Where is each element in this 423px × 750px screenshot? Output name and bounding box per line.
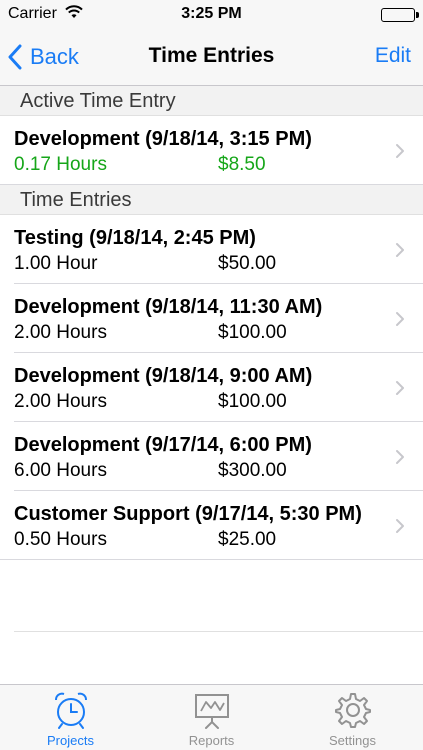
battery-icon [381,8,419,22]
status-time: 3:25 PM [181,5,242,22]
active-time-entry-row[interactable]: Development (9/18/14, 3:15 PM) 0.17 Hour… [0,116,423,185]
time-entry-row[interactable]: Development (9/18/14, 11:30 AM) 2.00 Hou… [0,284,423,353]
time-entries-list: Active Time Entry Development (9/18/14, … [0,86,423,560]
section-header-entries: Time Entries [0,185,423,215]
chevron-right-icon [396,450,404,464]
entry-title: Development (9/18/14, 9:00 AM) [14,365,313,387]
time-entry-row[interactable]: Customer Support (9/17/14, 5:30 PM) 0.50… [0,491,423,560]
tab-bar: Projects Reports Settings [0,684,423,750]
presentation-chart-icon [193,691,231,734]
entry-hours: 0.17 Hours [14,154,107,175]
back-button[interactable]: Back [8,40,79,74]
chevron-right-icon [396,312,404,326]
navigation-bar: Back Time Entries Edit [0,28,423,86]
chevron-left-icon [8,44,22,70]
entry-hours: 6.00 Hours [14,460,107,481]
chevron-right-icon [396,519,404,533]
entry-hours: 2.00 Hours [14,391,107,412]
chevron-right-icon [396,144,404,158]
entry-amount: $50.00 [218,253,277,274]
entry-amount: $100.00 [218,391,287,412]
time-entry-row[interactable]: Development (9/18/14, 9:00 AM) 2.00 Hour… [0,353,423,422]
tab-settings[interactable]: Settings [282,685,423,750]
tab-settings-label: Settings [329,733,376,748]
tab-projects-label: Projects [47,733,94,748]
entry-title: Testing (9/18/14, 2:45 PM) [14,227,256,249]
entry-title: Customer Support (9/17/14, 5:30 PM) [14,503,362,525]
tab-projects[interactable]: Projects [0,685,141,750]
time-entry-row[interactable]: Development (9/17/14, 6:00 PM) 6.00 Hour… [0,422,423,491]
back-button-label: Back [30,44,79,69]
entry-amount: $100.00 [218,322,287,343]
edit-button[interactable]: Edit [375,44,411,68]
chevron-right-icon [396,243,404,257]
time-entry-row[interactable]: Testing (9/18/14, 2:45 PM) 1.00 Hour $50… [0,215,423,284]
entry-hours: 1.00 Hour [14,253,98,274]
entry-amount: $300.00 [218,460,287,481]
empty-row-separator [14,631,423,632]
entry-amount: $8.50 [218,154,266,175]
gear-icon [334,691,372,734]
tab-reports-label: Reports [188,733,235,748]
status-bar: Carrier 3:25 PM [0,0,423,28]
section-header-active: Active Time Entry [0,86,423,116]
alarm-clock-icon [52,691,90,734]
entry-hours: 0.50 Hours [14,529,107,550]
tab-reports[interactable]: Reports [141,685,282,750]
entry-hours: 2.00 Hours [14,322,107,343]
entry-title: Development (9/18/14, 11:30 AM) [14,296,323,318]
chevron-right-icon [396,381,404,395]
entry-title: Development (9/18/14, 3:15 PM) [14,128,312,150]
entry-amount: $25.00 [218,529,277,550]
entry-title: Development (9/17/14, 6:00 PM) [14,434,312,456]
